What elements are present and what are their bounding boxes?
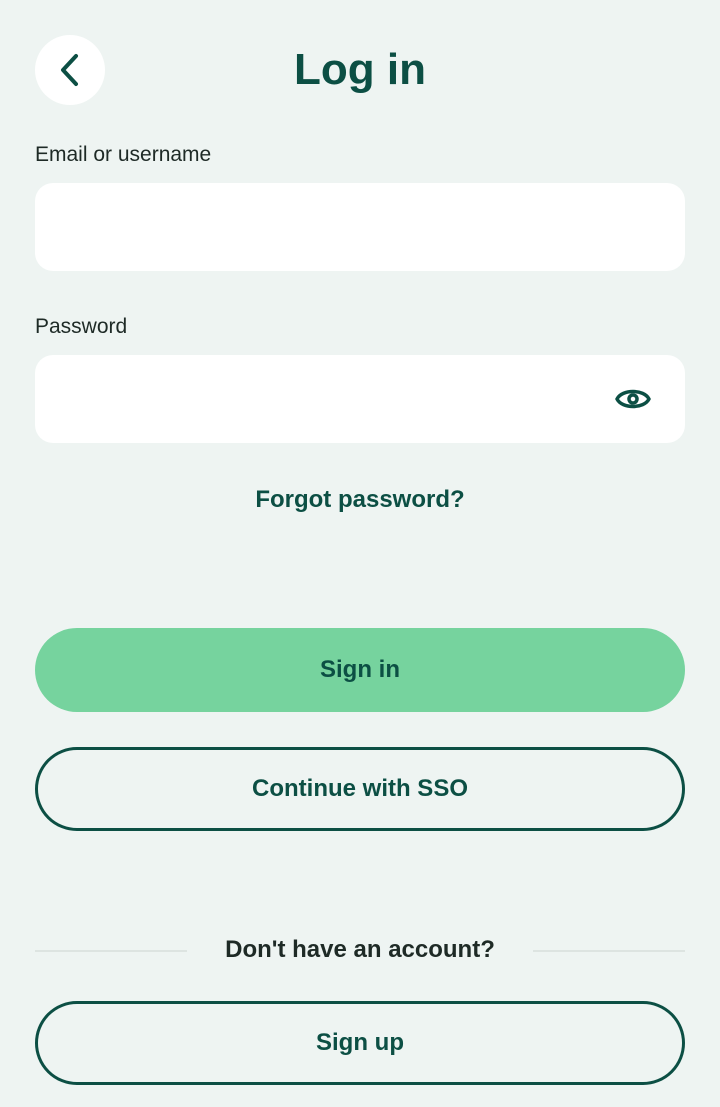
- sign-in-button[interactable]: Sign in: [35, 628, 685, 712]
- page-title: Log in: [294, 45, 426, 94]
- sign-up-button[interactable]: Sign up: [35, 1001, 685, 1085]
- email-field[interactable]: [35, 183, 685, 271]
- password-label: Password: [35, 315, 128, 338]
- eye-icon: [615, 389, 651, 409]
- password-field[interactable]: [35, 355, 685, 443]
- continue-with-sso-button[interactable]: Continue with SSO: [35, 747, 685, 831]
- email-label: Email or username: [35, 143, 212, 166]
- login-screen: Log in Email or username Password Forgot…: [0, 0, 720, 1107]
- email-field-container: [35, 183, 685, 271]
- password-field-container: [35, 355, 685, 443]
- toggle-password-visibility-button[interactable]: [613, 381, 653, 417]
- divider-right: [533, 950, 685, 952]
- forgot-password-link[interactable]: Forgot password?: [0, 485, 720, 515]
